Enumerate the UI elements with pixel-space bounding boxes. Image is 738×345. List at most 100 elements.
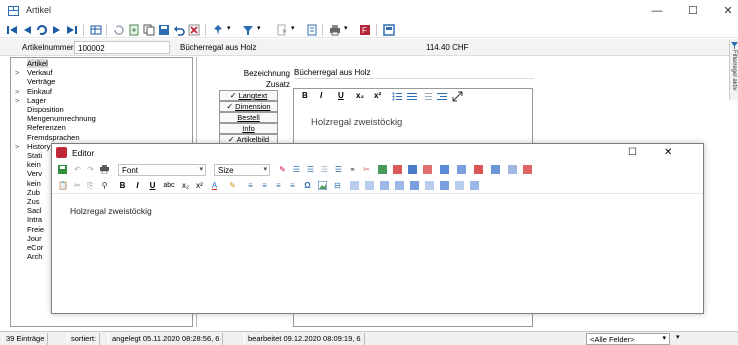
- next-record-icon[interactable]: [51, 24, 63, 36]
- tree-expander-icon[interactable]: >: [15, 96, 23, 105]
- export-icon[interactable]: [276, 24, 288, 36]
- close-button[interactable]: ✕: [721, 4, 735, 18]
- italic-button[interactable]: I: [320, 91, 322, 100]
- chevron-down-icon[interactable]: ▾: [227, 24, 239, 36]
- save-icon[interactable]: [158, 24, 170, 36]
- underline-button[interactable]: U: [338, 91, 344, 100]
- notes-icon[interactable]: [383, 24, 395, 36]
- print-icon[interactable]: [100, 165, 109, 174]
- copy-record-icon[interactable]: [143, 24, 155, 36]
- cut-icon[interactable]: ✂: [73, 181, 82, 190]
- column-right-icon[interactable]: [474, 165, 483, 174]
- find-icon[interactable]: ⚲: [100, 181, 109, 190]
- insert-row-below-icon[interactable]: [365, 181, 374, 190]
- bestell-button[interactable]: Bestell: [219, 112, 278, 123]
- bullet-list-icon[interactable]: ☰: [292, 165, 301, 174]
- chevron-down-icon[interactable]: ▾: [257, 24, 269, 36]
- outdent-icon[interactable]: [422, 92, 432, 101]
- chevron-down-icon[interactable]: ▾: [344, 24, 356, 36]
- size-select[interactable]: Size ▾: [214, 164, 270, 176]
- first-record-icon[interactable]: [6, 24, 18, 36]
- bold-button[interactable]: B: [302, 91, 308, 100]
- status-dropdown-icon[interactable]: ▾: [676, 333, 680, 341]
- chevron-down-icon[interactable]: ▾: [291, 24, 303, 36]
- bullet-list-icon[interactable]: [392, 92, 402, 101]
- info-button[interactable]: Info: [219, 123, 278, 134]
- save-icon[interactable]: [58, 165, 67, 174]
- tree-item[interactable]: Disposition: [11, 105, 192, 114]
- merge-cells-icon[interactable]: [491, 165, 500, 174]
- subscript-button[interactable]: x₂: [181, 181, 190, 190]
- editor-close-button[interactable]: ✕: [664, 147, 672, 158]
- paste-icon[interactable]: 📋: [58, 181, 68, 190]
- dimension-button[interactable]: ✓ Dimension: [219, 101, 278, 112]
- align-left-icon[interactable]: ≡: [246, 181, 255, 190]
- tree-expander-icon[interactable]: >: [15, 87, 23, 96]
- reload-icon[interactable]: [113, 24, 125, 36]
- underline-button[interactable]: U: [148, 181, 157, 190]
- undo-icon[interactable]: [173, 24, 185, 36]
- special-char-icon[interactable]: Ω: [303, 181, 312, 190]
- report-icon[interactable]: F: [359, 24, 371, 36]
- split-cells-icon[interactable]: [508, 165, 517, 174]
- indent-icon[interactable]: ☰: [334, 165, 343, 174]
- bezeichnung-field[interactable]: Bücherregal aus Holz: [294, 68, 534, 79]
- insert-image-icon[interactable]: [318, 181, 327, 190]
- document-icon[interactable]: [306, 24, 318, 36]
- superscript-button[interactable]: x²: [195, 181, 204, 190]
- unlink-icon[interactable]: ✂: [362, 165, 371, 174]
- tree-item[interactable]: > Einkauf: [11, 87, 192, 96]
- last-record-icon[interactable]: [66, 24, 78, 36]
- numbered-list-icon[interactable]: [407, 92, 417, 101]
- minimize-button[interactable]: —: [650, 4, 664, 18]
- bold-button[interactable]: B: [118, 181, 127, 190]
- cell-merge-icon[interactable]: [440, 181, 449, 190]
- copy-icon[interactable]: ⎘: [86, 181, 95, 190]
- font-color-icon[interactable]: A: [210, 181, 219, 190]
- align-right-icon[interactable]: ≡: [274, 181, 283, 190]
- artnr-field[interactable]: 100002: [74, 41, 170, 54]
- table-delete-icon[interactable]: [470, 181, 479, 190]
- redo-icon[interactable]: ↷: [86, 165, 95, 174]
- print-icon[interactable]: [329, 24, 341, 36]
- font-select[interactable]: Font ▾: [118, 164, 206, 176]
- pin-icon[interactable]: [212, 24, 224, 36]
- expand-icon[interactable]: [452, 91, 463, 102]
- italic-button[interactable]: I: [133, 181, 142, 190]
- insert-col-right-icon[interactable]: [395, 181, 404, 190]
- filter-side-tab[interactable]: Filterregel aktiv: [729, 40, 738, 100]
- cell-properties-icon[interactable]: [410, 181, 419, 190]
- cell-split-icon[interactable]: [455, 181, 464, 190]
- insert-col-left-icon[interactable]: [380, 181, 389, 190]
- table-properties-icon[interactable]: [523, 165, 532, 174]
- justify-icon[interactable]: ≡: [288, 181, 297, 190]
- tree-item[interactable]: > Lager: [11, 96, 192, 105]
- field-filter-select[interactable]: <Alle Felder> ▾: [586, 333, 670, 345]
- delete-icon[interactable]: [188, 24, 200, 36]
- indent-icon[interactable]: [437, 92, 447, 101]
- insert-row-icon[interactable]: [408, 165, 417, 174]
- highlight-icon[interactable]: ✎: [228, 181, 237, 190]
- outdent-icon[interactable]: ☰: [320, 165, 329, 174]
- editor-maximize-button[interactable]: ☐: [628, 147, 637, 158]
- insert-table-icon[interactable]: [378, 165, 387, 174]
- cell-align-icon[interactable]: [425, 181, 434, 190]
- clear-format-icon[interactable]: ✎: [278, 165, 287, 174]
- align-center-icon[interactable]: ≡: [260, 181, 269, 190]
- link-icon[interactable]: ⚭: [348, 165, 357, 174]
- tree-item[interactable]: Referenzen: [11, 123, 192, 132]
- tree-item[interactable]: Mengenumrechnung: [11, 114, 192, 123]
- horizontal-line-icon[interactable]: ⊟: [333, 181, 342, 190]
- table-view-icon[interactable]: [90, 24, 102, 36]
- subscript-button[interactable]: x₂: [356, 91, 364, 100]
- undo-icon[interactable]: ↶: [73, 165, 82, 174]
- tree-item[interactable]: > Verkauf: [11, 68, 192, 77]
- tree-item[interactable]: Verträge: [11, 77, 192, 86]
- tree-expander-icon[interactable]: >: [15, 142, 23, 151]
- column-left-icon[interactable]: [457, 165, 466, 174]
- insert-row-above-icon[interactable]: [350, 181, 359, 190]
- previous-record-icon[interactable]: [21, 24, 33, 36]
- tree-expander-icon[interactable]: >: [15, 68, 23, 77]
- filter-icon[interactable]: [242, 24, 254, 36]
- tree-item[interactable]: Artikel: [11, 59, 192, 68]
